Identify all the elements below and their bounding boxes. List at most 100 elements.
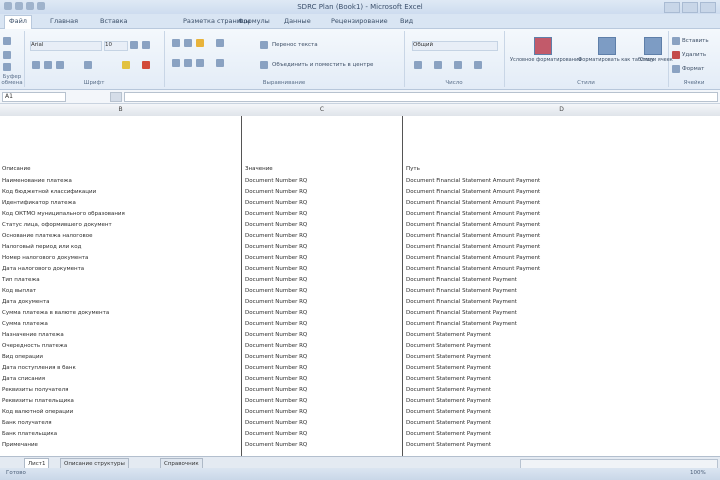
cell[interactable]: Основание платежа налоговое xyxy=(2,232,238,240)
cell[interactable]: Document Financial Statement Amount Paym… xyxy=(406,199,716,207)
cell[interactable]: Значение xyxy=(245,165,399,173)
cell[interactable]: Document Number RQ xyxy=(245,265,399,273)
cell[interactable]: Document Number RQ xyxy=(245,199,399,207)
tab-review[interactable]: Рецензирование xyxy=(331,17,388,25)
cell[interactable]: Document Financial Statement Amount Paym… xyxy=(406,221,716,229)
cell[interactable]: Дата списания xyxy=(2,375,238,383)
cell[interactable]: Document Number RQ xyxy=(245,430,399,438)
cell[interactable]: Document Financial Statement Payment xyxy=(406,309,716,317)
cell[interactable]: Document Number RQ xyxy=(245,177,399,185)
align-bottom-icon[interactable] xyxy=(196,39,204,47)
cell[interactable]: Document Statement Payment xyxy=(406,408,716,416)
cell[interactable]: Document Number RQ xyxy=(245,320,399,328)
cell[interactable]: Document Statement Payment xyxy=(406,441,716,449)
cell[interactable]: Реквизиты получателя xyxy=(2,386,238,394)
cut-icon[interactable] xyxy=(3,51,11,59)
delete-button[interactable]: Удалить xyxy=(682,52,706,58)
cell[interactable]: Document Statement Payment xyxy=(406,353,716,361)
minimize-button[interactable] xyxy=(664,2,680,13)
cell[interactable]: Идентификатор платежа xyxy=(2,199,238,207)
cell[interactable]: Document Statement Payment xyxy=(406,386,716,394)
cell[interactable]: Document Statement Payment xyxy=(406,331,716,339)
bold-icon[interactable] xyxy=(32,61,40,69)
font-color-icon[interactable] xyxy=(142,61,150,69)
format-cells-icon[interactable] xyxy=(672,65,680,73)
zoom-level[interactable]: 100% xyxy=(690,470,706,476)
tab-formulas[interactable]: Формулы xyxy=(238,17,270,25)
cell[interactable]: Код бюджетной классификации xyxy=(2,188,238,196)
cell[interactable]: Дата документа xyxy=(2,298,238,306)
comma-icon[interactable] xyxy=(454,61,462,69)
cell[interactable]: Дата поступления в банк xyxy=(2,364,238,372)
insert-cells-icon[interactable] xyxy=(672,37,680,45)
tab-home[interactable]: Главная xyxy=(50,17,78,25)
cell[interactable]: Document Number RQ xyxy=(245,375,399,383)
cell[interactable]: Document Number RQ xyxy=(245,408,399,416)
decimal-icon[interactable] xyxy=(474,61,482,69)
cell[interactable]: Document Financial Statement Amount Paym… xyxy=(406,254,716,262)
cell[interactable]: Document Financial Statement Amount Paym… xyxy=(406,210,716,218)
shrink-font-icon[interactable] xyxy=(142,41,150,49)
number-format-select[interactable]: Общий xyxy=(412,41,498,51)
cell[interactable]: Сумма платежа xyxy=(2,320,238,328)
grow-font-icon[interactable] xyxy=(130,41,138,49)
underline-icon[interactable] xyxy=(56,61,64,69)
format-table-icon[interactable] xyxy=(598,37,616,55)
cell[interactable]: Document Financial Statement Amount Paym… xyxy=(406,243,716,251)
percent-icon[interactable] xyxy=(434,61,442,69)
fill-color-icon[interactable] xyxy=(122,61,130,69)
column-header-b[interactable]: B xyxy=(0,106,241,113)
cell[interactable]: Очередность платежа xyxy=(2,342,238,350)
close-button[interactable] xyxy=(700,2,716,13)
wrap-text-icon[interactable] xyxy=(260,41,268,49)
wrap-text-button[interactable]: Перенос текста xyxy=(272,42,318,48)
cell[interactable]: Document Number RQ xyxy=(245,287,399,295)
cell[interactable]: Document Number RQ xyxy=(245,419,399,427)
cell[interactable]: Document Statement Payment xyxy=(406,342,716,350)
tab-view[interactable]: Вид xyxy=(400,17,413,25)
column-header-d[interactable]: D xyxy=(403,106,720,113)
cell[interactable]: Сумма платежа в валюте документа xyxy=(2,309,238,317)
cell[interactable]: Document Financial Statement Payment xyxy=(406,287,716,295)
cell[interactable]: Document Number RQ xyxy=(245,276,399,284)
cell[interactable]: Document Statement Payment xyxy=(406,364,716,372)
fx-icon[interactable] xyxy=(110,92,122,102)
italic-icon[interactable] xyxy=(44,61,52,69)
delete-cells-icon[interactable] xyxy=(672,51,680,59)
cell[interactable]: Код валютной операции xyxy=(2,408,238,416)
cell[interactable]: Document Financial Statement Amount Paym… xyxy=(406,188,716,196)
cell[interactable]: Примечание xyxy=(2,441,238,449)
cell[interactable]: Код выплат xyxy=(2,287,238,295)
align-top-icon[interactable] xyxy=(172,39,180,47)
cell[interactable]: Код ОКТМО муниципального образования xyxy=(2,210,238,218)
cell[interactable]: Document Financial Statement Payment xyxy=(406,320,716,328)
cell[interactable]: Реквизиты плательщика xyxy=(2,397,238,405)
cell[interactable]: Document Financial Statement Amount Paym… xyxy=(406,232,716,240)
conditional-format-icon[interactable] xyxy=(534,37,552,55)
cell[interactable]: Document Financial Statement Amount Paym… xyxy=(406,265,716,273)
cond-format-button[interactable]: Условное форматирование xyxy=(510,57,581,63)
cell[interactable]: Document Statement Payment xyxy=(406,419,716,427)
column-header-c[interactable]: C xyxy=(242,106,402,113)
copy-icon[interactable] xyxy=(3,63,11,71)
cell[interactable]: Путь xyxy=(406,165,716,173)
cell[interactable]: Document Number RQ xyxy=(245,364,399,372)
align-middle-icon[interactable] xyxy=(184,39,192,47)
cell[interactable]: Банк плательщика xyxy=(2,430,238,438)
cell[interactable]: Document Number RQ xyxy=(245,331,399,339)
cell[interactable]: Описание xyxy=(2,165,238,173)
cell[interactable]: Document Financial Statement Payment xyxy=(406,298,716,306)
cell[interactable]: Document Number RQ xyxy=(245,232,399,240)
format-button[interactable]: Формат xyxy=(682,66,704,72)
cell[interactable]: Статус лица, оформившего документ xyxy=(2,221,238,229)
tab-file[interactable]: Файл xyxy=(4,15,32,29)
formula-input[interactable] xyxy=(124,92,718,102)
font-name-select[interactable]: Arial xyxy=(30,41,102,51)
cell[interactable]: Document Number RQ xyxy=(245,441,399,449)
cell[interactable]: Document Number RQ xyxy=(245,188,399,196)
merge-center-button[interactable]: Объединить и поместить в центре xyxy=(272,62,373,68)
cell[interactable]: Document Number RQ xyxy=(245,298,399,306)
currency-icon[interactable] xyxy=(414,61,422,69)
paste-icon[interactable] xyxy=(3,37,11,45)
indent-icon[interactable] xyxy=(216,59,224,67)
